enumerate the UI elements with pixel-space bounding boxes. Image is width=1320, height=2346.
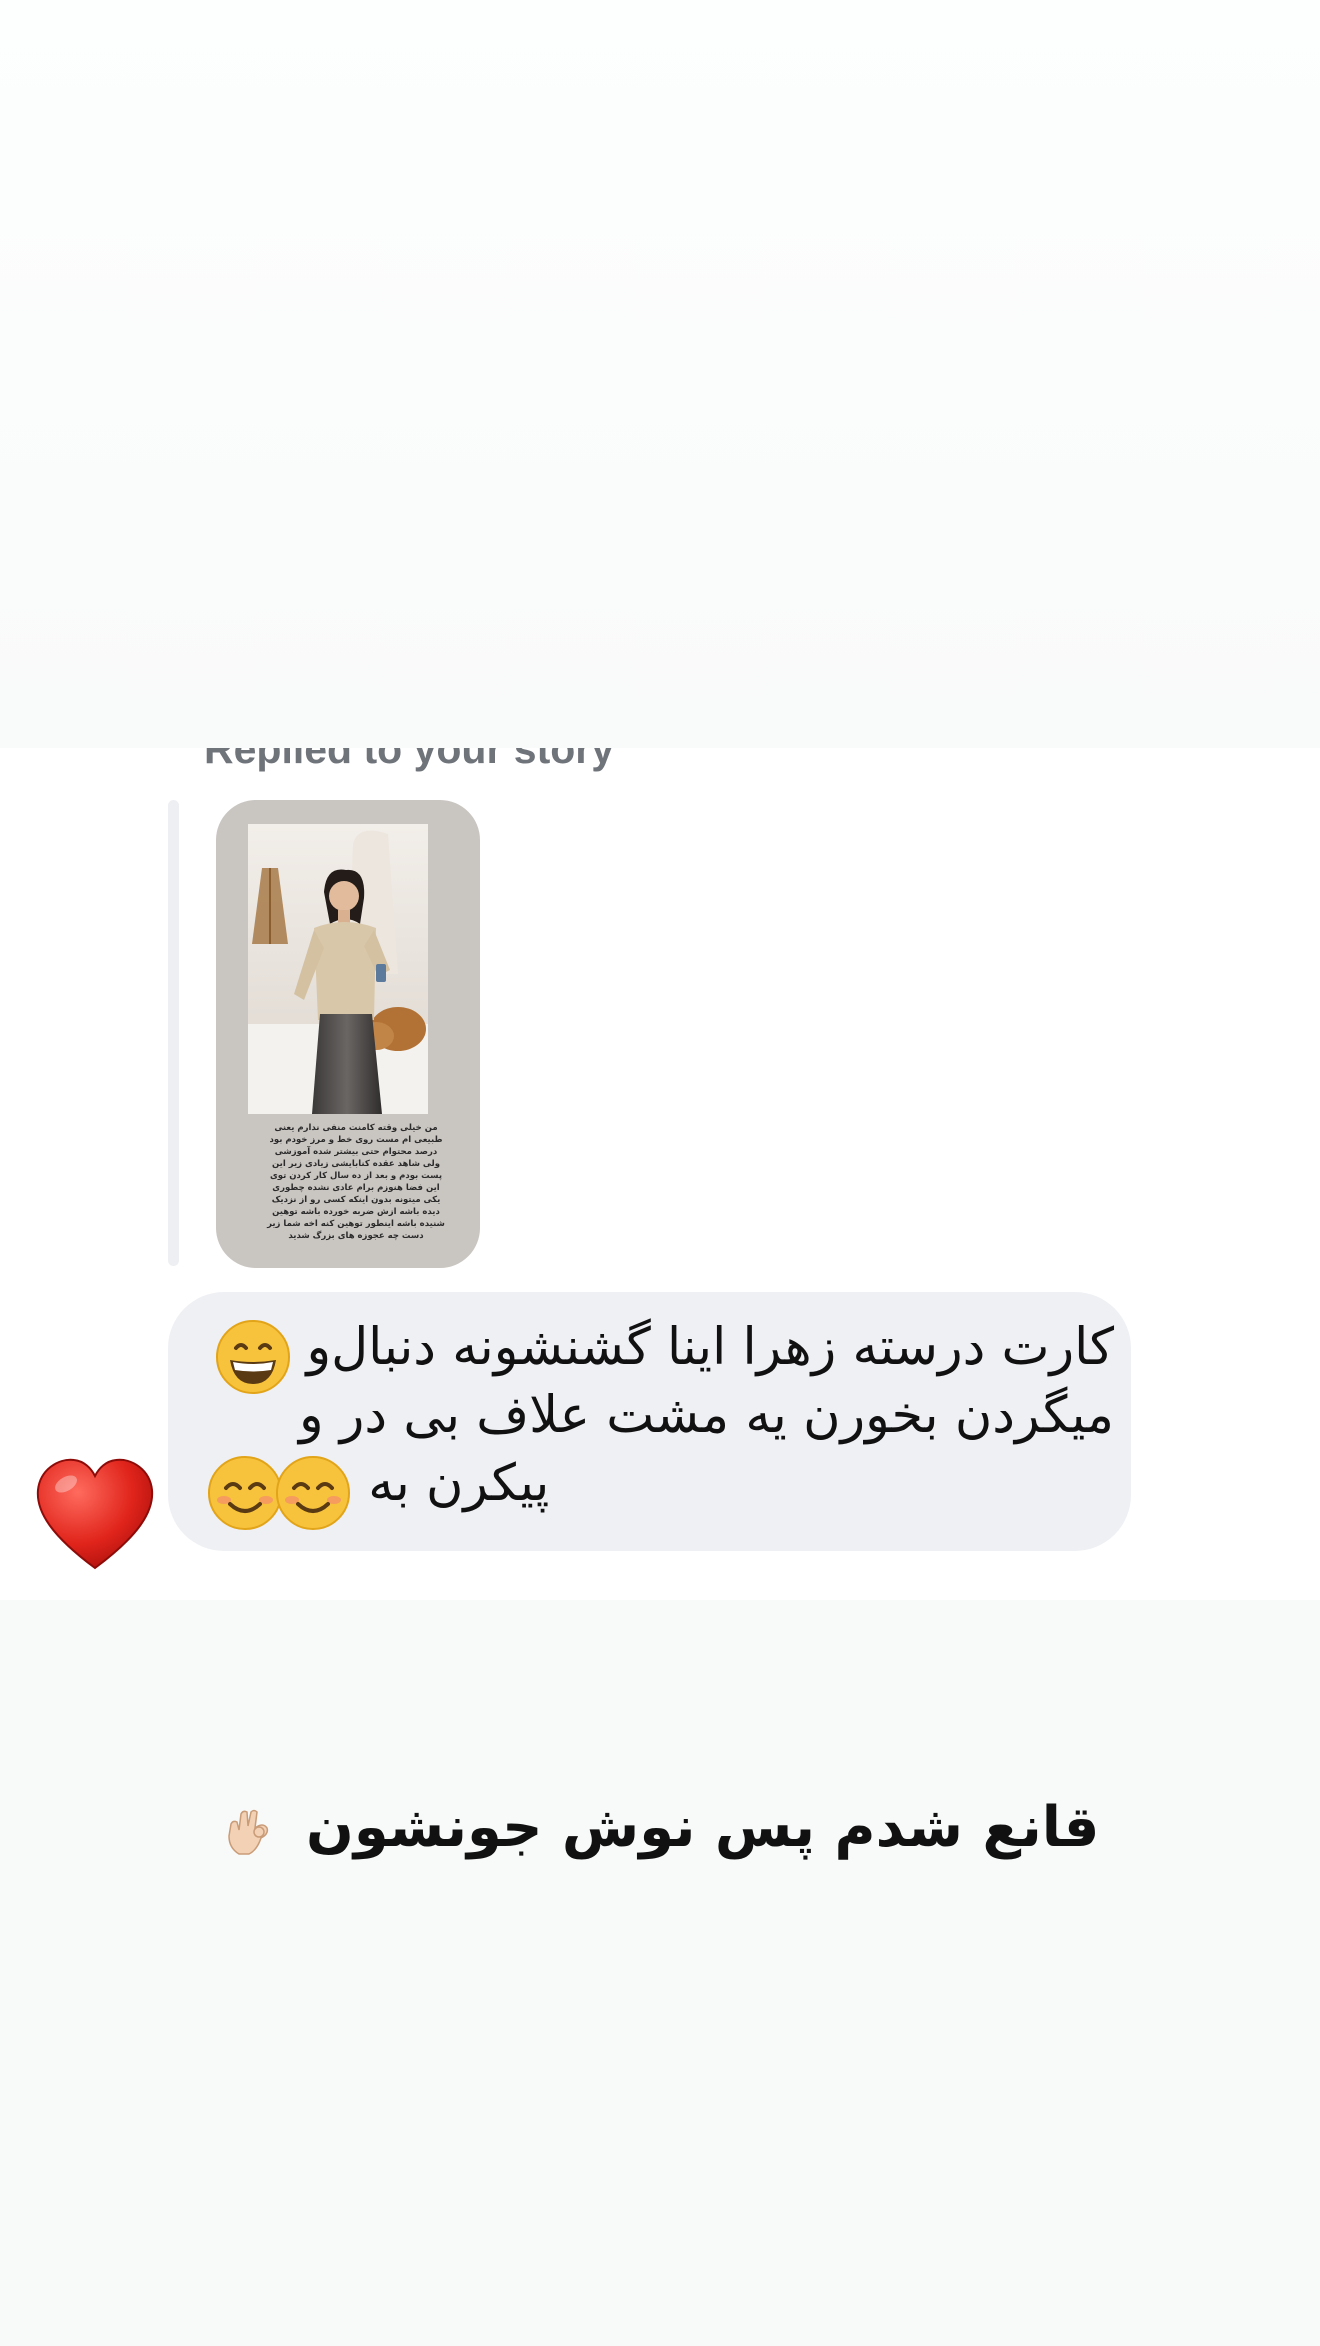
story-overlay-caption: قانع شدم پس نوش جونشون: [0, 1795, 1320, 1860]
reply-label: Replied to your story: [204, 748, 615, 772]
heart-reaction-icon[interactable]: [32, 1454, 158, 1580]
chat-screenshot: Replied to your story من خیلی وقته کامنت…: [0, 748, 1320, 1600]
smiling-face-icon: [208, 1456, 282, 1530]
story-caption: من خیلی وقته کامنت منفی ندارم یعنی طبیعی…: [267, 1123, 445, 1241]
message-line: میگردن بخورن یه مشت علاف بی در و: [298, 1386, 1114, 1445]
grinning-face-icon: [216, 1320, 290, 1394]
ok-hand-icon: [227, 1809, 268, 1855]
smiling-face-icon: [276, 1456, 350, 1530]
story-photo: [248, 824, 428, 1114]
empty-top-area: [0, 0, 1320, 748]
reply-quote-bar: [168, 800, 179, 1266]
message-line: کارت درسته زهرا اینا گشنشونه دنبال‌و: [306, 1318, 1114, 1377]
message-bubble[interactable]: کارت درسته زهرا اینا گشنشونه دنبال‌و میگ…: [168, 1292, 1131, 1551]
story-preview[interactable]: من خیلی وقته کامنت منفی ندارم یعنی طبیعی…: [216, 800, 480, 1268]
overlay-caption-text: قانع شدم پس نوش جونشون: [306, 1795, 1100, 1860]
